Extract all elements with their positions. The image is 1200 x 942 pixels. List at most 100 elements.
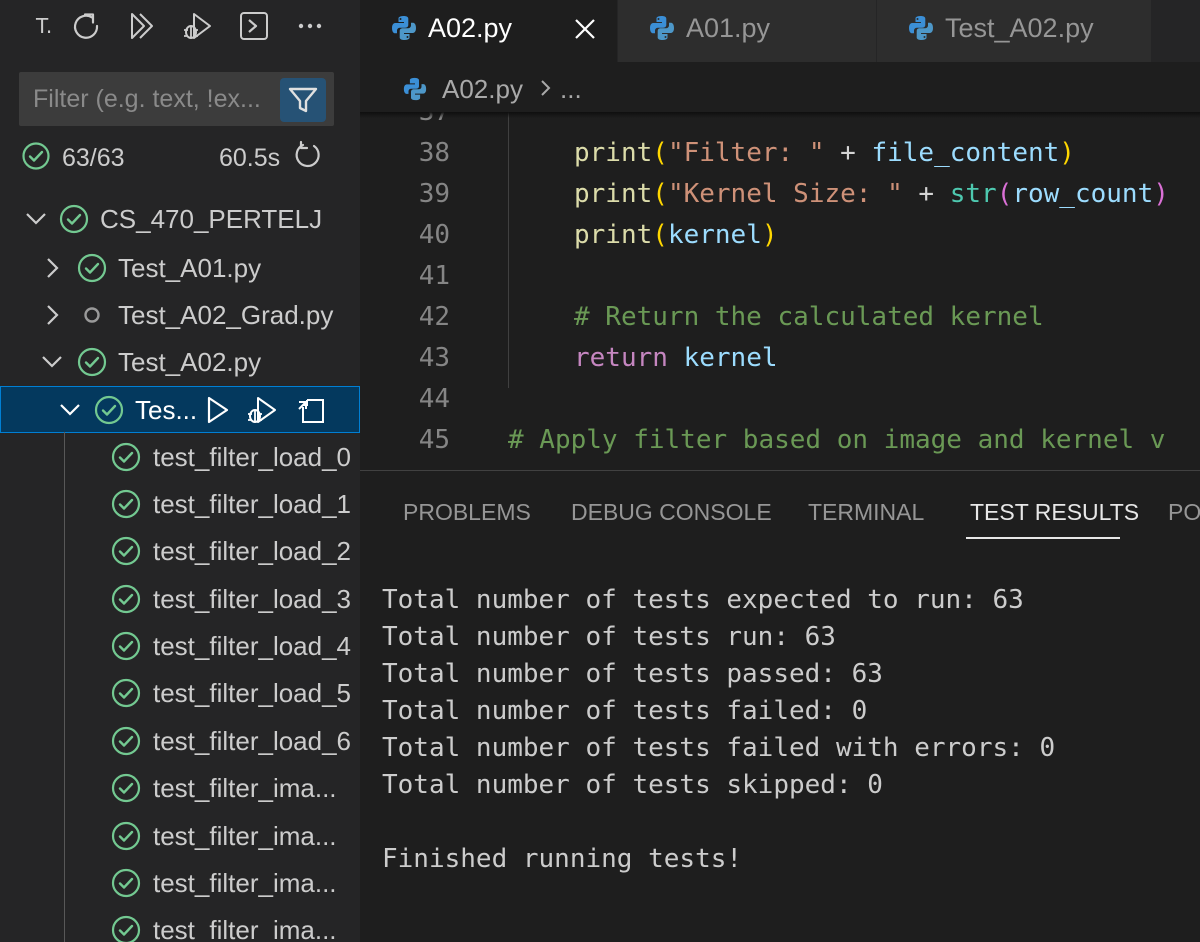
python-file-icon	[392, 16, 416, 40]
chevron-right-icon	[541, 80, 551, 96]
passed-icon	[111, 584, 141, 614]
tree-item-test[interactable]: test_filter_load_4	[0, 623, 360, 669]
close-icon[interactable]	[570, 14, 600, 44]
output-line: Total number of tests expected to run: 6…	[382, 585, 1024, 615]
code-line: # Return the calculated kernel	[574, 302, 1044, 332]
tab-label: Test_A02.py	[945, 13, 1094, 43]
tab-test-results[interactable]: TEST RESULTS	[970, 499, 1139, 526]
line-number: 43	[418, 343, 450, 373]
tree-item-label: Tes...	[135, 395, 198, 425]
debug-test-icon[interactable]	[245, 393, 279, 427]
test-duration: 60.5s	[219, 144, 281, 172]
tab-ports[interactable]: PO	[1168, 499, 1200, 526]
run-test-icon[interactable]	[201, 393, 235, 427]
indent-guide	[508, 112, 509, 388]
output-line: Total number of tests passed: 63	[382, 659, 883, 689]
tab-a02-py[interactable]: A02.py	[360, 0, 618, 62]
passed-icon	[22, 142, 50, 170]
line-number: 38	[418, 138, 450, 168]
chevron-down-icon[interactable]	[38, 348, 66, 376]
active-tab-indicator	[966, 537, 1120, 539]
test-explorer-toolbar: T.	[0, 0, 360, 52]
tree-item-test[interactable]: test_filter_load_5	[0, 670, 360, 716]
breadcrumb-more[interactable]: ...	[560, 74, 582, 105]
tab-test-a02-py[interactable]: Test_A02.py	[877, 0, 1152, 62]
passed-icon	[111, 631, 141, 661]
passed-icon	[111, 868, 141, 898]
output-line: Total number of tests run: 63	[382, 622, 836, 652]
refresh-tests-icon[interactable]	[68, 8, 104, 44]
filter-icon[interactable]	[280, 78, 326, 122]
breadcrumb: A02.py ...	[360, 62, 1200, 112]
tree-item-label: test_filter_load_2	[153, 536, 352, 566]
rerun-icon[interactable]	[294, 140, 324, 172]
tab-debug-console[interactable]: DEBUG CONSOLE	[571, 499, 772, 526]
chevron-down-icon[interactable]	[22, 205, 50, 233]
tree-item-test-a01[interactable]: Test_A01.py	[0, 245, 360, 291]
test-filter-input[interactable]	[19, 72, 277, 126]
open-terminal-icon[interactable]	[236, 8, 272, 44]
tree-item-test-class-selected[interactable]: Tes...	[0, 386, 360, 433]
passed-icon	[111, 678, 141, 708]
tree-item-label: test_filter_ima...	[153, 915, 337, 942]
tree-item-label: test_filter_ima...	[153, 821, 337, 851]
tab-terminal[interactable]: TERMINAL	[808, 499, 924, 526]
tree-item-test[interactable]: test_filter_ima...	[0, 765, 360, 811]
sidebar-title: T.	[36, 14, 53, 38]
breadcrumb-file[interactable]: A02.py	[442, 74, 523, 105]
chevron-right-icon[interactable]	[38, 254, 66, 282]
tree-item-label: test_filter_load_1	[153, 489, 352, 519]
tree-item-test[interactable]: test_filter_load_1	[0, 481, 360, 527]
passed-icon	[77, 347, 107, 377]
tree-item-label: test_filter_load_5	[153, 678, 352, 708]
code-line: print("Kernel Size: " + str(row_count)	[574, 179, 1169, 209]
scroll-shadow	[360, 112, 1200, 118]
output-line: Total number of tests failed: 0	[382, 696, 868, 726]
code-line: print(kernel)	[574, 220, 778, 250]
passed-icon	[59, 204, 89, 234]
line-number: 45	[418, 425, 450, 455]
debug-all-tests-icon[interactable]	[180, 8, 216, 44]
tree-item-root[interactable]: CS_470_PERTELJ	[0, 196, 360, 242]
output-line: Total number of tests failed with errors…	[382, 733, 1056, 763]
passed-icon	[111, 726, 141, 756]
tree-item-test-a02[interactable]: Test_A02.py	[0, 339, 360, 385]
python-file-icon	[650, 16, 674, 40]
code-editor[interactable]: 37 38 print("Filter: " + file_content) 39 pr…	[360, 112, 1200, 470]
tree-item-test[interactable]: test_filter_ima...	[0, 907, 360, 942]
output-line: Finished running tests!	[382, 844, 743, 874]
chevron-right-icon[interactable]	[38, 301, 66, 329]
tree-item-test[interactable]: test_filter_load_6	[0, 718, 360, 764]
tree-item-label: Test_A02_Grad.py	[118, 300, 334, 330]
tree-item-label: test_filter_load_0	[153, 442, 352, 472]
python-file-icon	[909, 16, 933, 40]
line-number: 44	[418, 384, 450, 414]
passed-icon	[111, 536, 141, 566]
go-to-test-icon[interactable]	[295, 393, 329, 427]
tab-problems[interactable]: PROBLEMS	[403, 499, 531, 526]
more-actions-icon[interactable]	[292, 8, 328, 44]
tab-label: A01.py	[686, 13, 771, 43]
python-file-icon	[403, 77, 427, 101]
not-run-icon	[84, 307, 100, 323]
passed-icon	[111, 915, 141, 942]
tree-item-test[interactable]: test_filter_ima...	[0, 813, 360, 859]
tree-item-test[interactable]: test_filter_load_2	[0, 528, 360, 574]
run-all-tests-icon[interactable]	[125, 8, 161, 44]
chevron-down-icon[interactable]	[56, 396, 84, 424]
line-number: 42	[418, 302, 450, 332]
tree-item-test[interactable]: test_filter_load_3	[0, 576, 360, 622]
tree-item-test[interactable]: test_filter_load_0	[0, 434, 360, 480]
tree-item-label: test_filter_ima...	[153, 773, 337, 803]
test-run-summary: 63/63 60.5s	[0, 138, 360, 178]
tree-item-label: test_filter_ima...	[153, 868, 337, 898]
tree-item-label: test_filter_load_4	[153, 631, 352, 661]
test-explorer-sidebar: T. 63/63 60.5s CS_470_PERTELJ	[0, 0, 360, 942]
tree-item-test-a02-grad[interactable]: Test_A02_Grad.py	[0, 292, 360, 338]
tab-a01-py[interactable]: A01.py	[618, 0, 877, 62]
tree-item-label: Test_A01.py	[118, 253, 262, 283]
passed-icon	[111, 773, 141, 803]
tree-item-test[interactable]: test_filter_ima...	[0, 860, 360, 906]
passed-icon	[111, 821, 141, 851]
test-count: 63/63	[62, 144, 125, 172]
